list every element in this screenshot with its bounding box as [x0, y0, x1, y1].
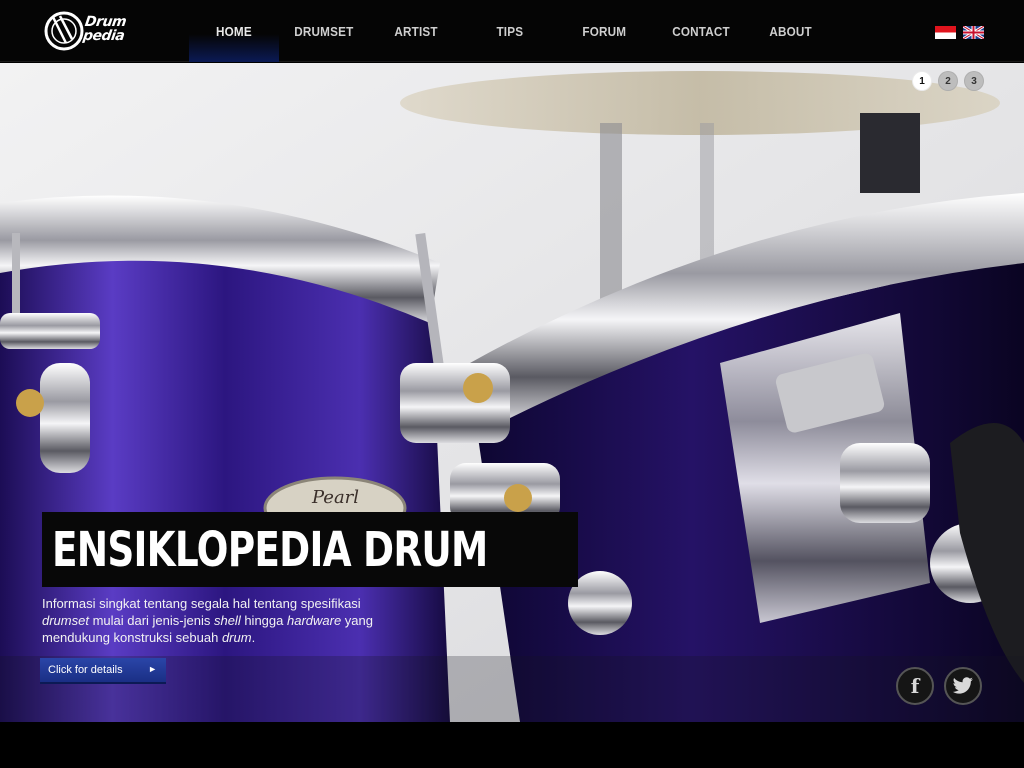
- facebook-icon[interactable]: f: [896, 667, 934, 705]
- details-button[interactable]: Click for details ►: [40, 658, 166, 684]
- nav-tips[interactable]: TIPS: [464, 0, 556, 62]
- slide-dot-2[interactable]: 2: [938, 71, 958, 91]
- footer-bar: [0, 722, 1024, 768]
- logo-text: Drum pedia: [81, 14, 128, 44]
- indonesia-flag-icon[interactable]: [935, 26, 956, 39]
- play-arrow-icon: ►: [148, 664, 157, 674]
- nav-contact[interactable]: CONTACT: [652, 0, 750, 62]
- details-button-label: Click for details: [48, 664, 123, 676]
- nav-about[interactable]: ABOUT: [750, 0, 832, 62]
- site-logo[interactable]: Drum pedia: [44, 9, 128, 53]
- hero-slider: Pearl 1 2 3 ENSIKLOPEDIA DRUM Informasi …: [0, 63, 1024, 722]
- nav-home[interactable]: HOME: [189, 0, 279, 62]
- slide-dot-3[interactable]: 3: [964, 71, 984, 91]
- nav-drumset[interactable]: DRUMSET: [279, 0, 369, 62]
- hero-description: Informasi singkat tentang segala hal ten…: [42, 596, 373, 645]
- twitter-icon[interactable]: [944, 667, 982, 705]
- hero-title: ENSIKLOPEDIA DRUM: [52, 521, 488, 578]
- slider-pagination: 1 2 3: [912, 71, 984, 91]
- nav-forum[interactable]: FORUM: [556, 0, 652, 62]
- site-header: Drum pedia HOME DRUMSET ARTIST TIPS FORU…: [0, 0, 1024, 62]
- twitter-bird-icon: [952, 677, 973, 694]
- uk-flag-icon[interactable]: [963, 26, 984, 39]
- language-switcher: [935, 26, 984, 39]
- drum-badge-text: Pearl: [311, 487, 359, 508]
- drum-logo-icon: [44, 11, 84, 51]
- slide-dot-1[interactable]: 1: [912, 71, 932, 91]
- main-nav: HOME DRUMSET ARTIST TIPS FORUM CONTACT A…: [189, 0, 832, 62]
- nav-artist[interactable]: ARTIST: [369, 0, 464, 62]
- hero-title-box: ENSIKLOPEDIA DRUM: [42, 512, 578, 587]
